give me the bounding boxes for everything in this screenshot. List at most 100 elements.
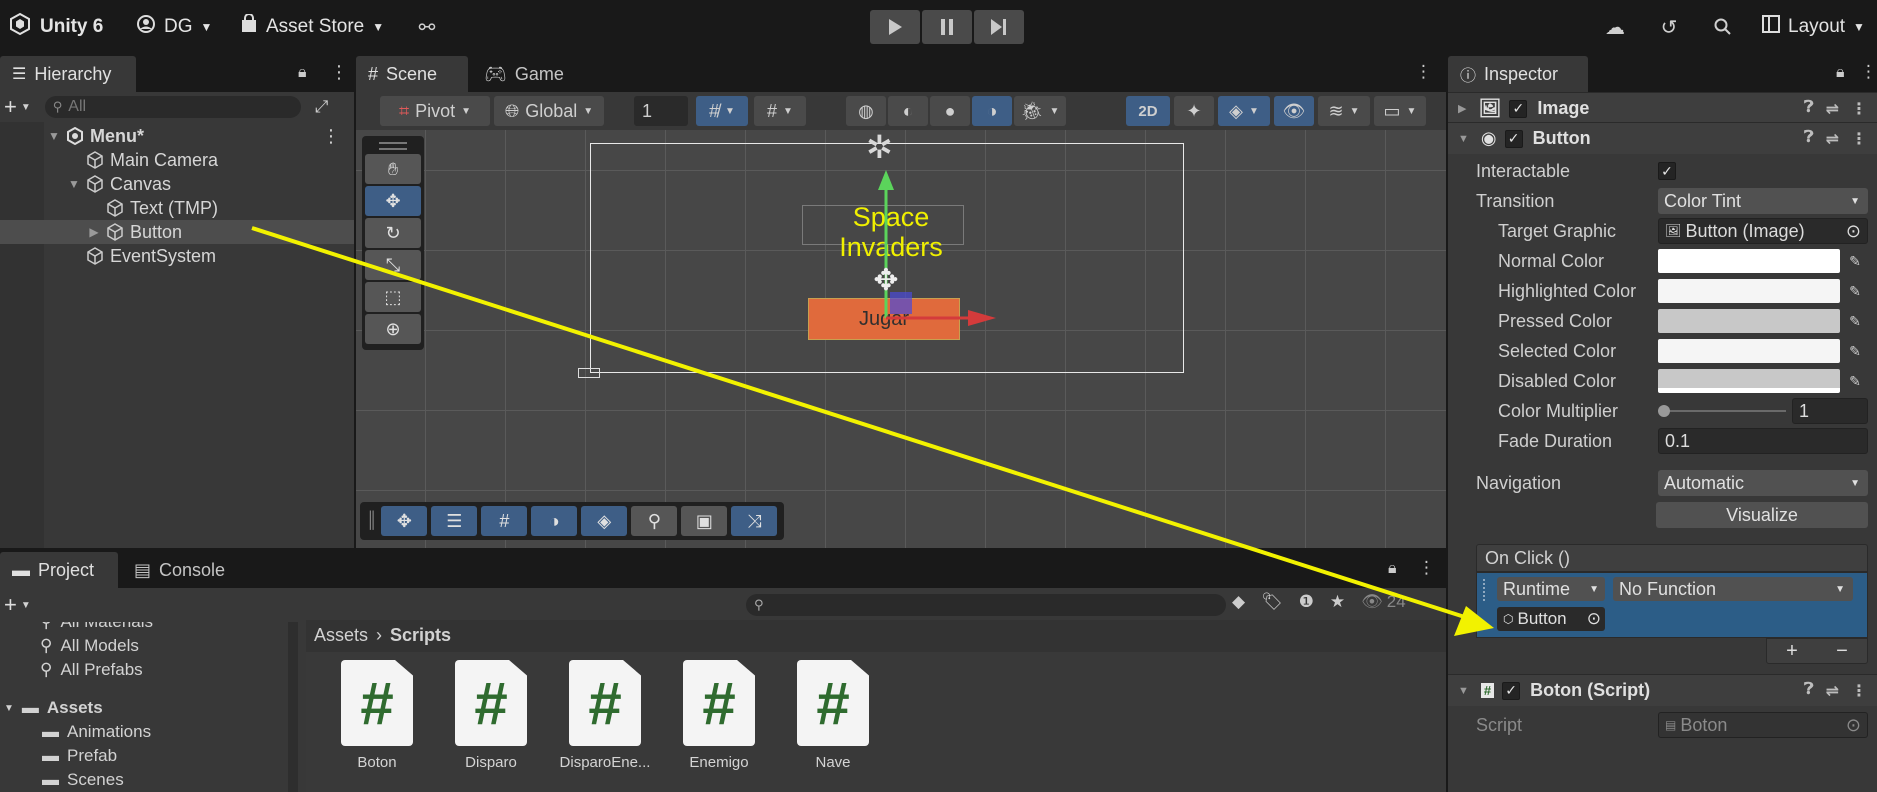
tab-hierarchy[interactable]: ☰ Hierarchy [0, 56, 136, 92]
asset-disparo[interactable]: # Disparo [436, 660, 546, 771]
pressed-color-swatch[interactable] [1658, 309, 1840, 333]
filter-warning-icon[interactable]: ❶ [1299, 592, 1314, 612]
grid-snap-toggle[interactable]: #̸ ▼ [696, 96, 748, 126]
asset-disparoenemigo[interactable]: # DisparoEne... [550, 660, 660, 771]
hidden-count[interactable]: 👁︎ 24 [1361, 592, 1406, 612]
move-tool-button[interactable]: ✥ [365, 186, 421, 216]
palette-drag-handle-icon[interactable] [379, 142, 407, 150]
disabled-color-swatch[interactable] [1658, 369, 1840, 393]
visualize-button[interactable]: Visualize [1656, 502, 1868, 528]
folder-prefab[interactable]: ▬ Prefab [42, 746, 117, 766]
more-options-icon[interactable]: ⋮ [1418, 558, 1435, 578]
object-picker-icon[interactable]: ⊙ [1846, 221, 1861, 242]
overlay-layers-button[interactable]: ◈ [581, 506, 628, 536]
hierarchy-item-eventsystem[interactable]: EventSystem [0, 244, 354, 268]
folder-assets[interactable]: ▼ ▬ Assets [4, 698, 103, 718]
tab-project[interactable]: ▬ Project [0, 552, 118, 588]
shading-shaded-wireframe-button[interactable]: ◐ [888, 96, 928, 126]
lock-icon[interactable]: 🔒︎ [1836, 64, 1845, 82]
transform-tool-button[interactable]: ⊕ [365, 314, 421, 344]
more-options-icon[interactable]: ⋮ [1851, 99, 1867, 119]
lock-icon[interactable]: 🔒︎ [298, 64, 307, 82]
component-header-button[interactable]: ▼ ◉ ✓ Button ❓︎ ⇌ ⋮ [1448, 122, 1877, 154]
project-search[interactable]: ⚲ [746, 594, 1226, 616]
hierarchy-item-main-camera[interactable]: Main Camera [0, 148, 354, 172]
version-control-icon[interactable]: ⚯ [414, 14, 440, 40]
overlay-shuffle-button[interactable]: ⤨ [731, 506, 778, 536]
drag-handle-icon[interactable] [1483, 579, 1491, 601]
overlay-shading-button[interactable]: ◑ [531, 506, 578, 536]
canvas-pivot-handle[interactable] [578, 368, 600, 378]
toggle-2d-button[interactable]: 2D [1126, 96, 1170, 126]
eyedropper-icon[interactable]: ✎ [1844, 370, 1866, 392]
lock-icon[interactable]: 🔒︎ [1388, 560, 1397, 578]
more-options-icon[interactable]: ⋮ [1851, 681, 1867, 701]
visibility-toggle[interactable]: 👁︎ [1274, 96, 1314, 126]
expand-arrow-icon[interactable]: ▼ [66, 177, 82, 191]
cloud-icon[interactable]: ☁ [1602, 14, 1628, 40]
object-picker-icon[interactable]: ⊙ [1587, 609, 1601, 629]
overlay-search-button[interactable]: ⚲ [631, 506, 678, 536]
favorite-all-models[interactable]: ⚲ All Models [40, 636, 139, 656]
account-dropdown[interactable]: DG ▼ [136, 10, 212, 44]
eyedropper-icon[interactable]: ✎ [1844, 310, 1866, 332]
hand-tool-button[interactable]: ✋︎ [365, 154, 421, 184]
target-graphic-object-field[interactable]: 🖼︎ Button (Image) ⊙ [1658, 218, 1868, 244]
search-icon[interactable] [1710, 14, 1736, 40]
more-options-icon[interactable]: ⋮ [330, 62, 348, 83]
scene-viewport[interactable]: ✲ Space Invaders Jugar ✥ ✋︎ ✥ ↻ ⤡ ⬚ ⊕ ║ … [356, 130, 1446, 548]
scene-picker-icon[interactable]: ⤢ [315, 97, 329, 117]
tab-scene[interactable]: # Scene [356, 56, 468, 92]
asset-store-dropdown[interactable]: Asset Store ▼ [240, 10, 384, 44]
expand-arrow-icon[interactable]: ▼ [46, 129, 62, 143]
more-options-icon[interactable]: ⋮ [1415, 62, 1432, 82]
runtime-dropdown[interactable]: Runtime ▼ [1497, 577, 1605, 601]
overlay-camera-button[interactable]: ▣ [681, 506, 728, 536]
selected-color-swatch[interactable] [1658, 339, 1840, 363]
scale-tool-button[interactable]: ⤡ [365, 250, 421, 280]
presets-icon[interactable]: ⇌ [1826, 681, 1839, 701]
layers-dropdown[interactable]: ≋ ▼ [1318, 96, 1370, 126]
favorite-all-prefabs[interactable]: ⚲ All Prefabs [40, 660, 143, 680]
collapse-arrow-icon[interactable]: ▶ [86, 225, 102, 239]
breadcrumb-scripts[interactable]: Scripts [390, 625, 451, 646]
presets-icon[interactable]: ⇌ [1826, 129, 1839, 149]
fade-duration-input[interactable]: 0.1 [1658, 428, 1868, 454]
play-button[interactable] [870, 10, 920, 44]
color-multiplier-slider-thumb[interactable] [1658, 405, 1670, 417]
normal-color-swatch[interactable] [1658, 249, 1840, 273]
overlay-align-button[interactable]: ☰ [431, 506, 478, 536]
add-icon[interactable]: + [4, 94, 17, 120]
layout-dropdown[interactable]: Layout ▼ [1762, 10, 1865, 44]
hierarchy-item-canvas[interactable]: ▼ Canvas [0, 172, 354, 196]
expand-arrow-icon[interactable]: ▶ [1458, 102, 1466, 115]
eyedropper-icon[interactable]: ✎ [1844, 340, 1866, 362]
move-gizmo[interactable]: ✥ [856, 170, 996, 330]
event-target-object-field[interactable]: ⬡ Button ⊙ [1497, 607, 1605, 631]
tab-console[interactable]: ▤ Console [122, 552, 242, 588]
hierarchy-item-button[interactable]: ▶ Button [0, 220, 354, 244]
expand-arrow-icon[interactable]: ▼ [1458, 685, 1469, 697]
overlay-move-button[interactable]: ✥ [381, 506, 428, 536]
favorite-all-materials[interactable]: ⚲ All Materials [40, 622, 153, 632]
asset-nave[interactable]: # Nave [778, 660, 888, 771]
component-header-boton-script[interactable]: ▼ # ✓ Boton (Script) ❓︎ ⇌ ⋮ [1448, 674, 1877, 706]
color-multiplier-slider-track[interactable] [1662, 410, 1786, 412]
drag-handle-icon[interactable]: ║ [366, 512, 377, 530]
hierarchy-item-text-tmp[interactable]: Text (TMP) [0, 196, 354, 220]
color-multiplier-input[interactable]: 1 [1792, 398, 1868, 424]
remove-icon[interactable]: − [1836, 640, 1848, 663]
hierarchy-item-menu[interactable]: ▼ Menu* ⋮ [0, 124, 354, 148]
component-header-image[interactable]: ▶ 🖼︎ ✓ Image ❓︎ ⇌ ⋮ [1448, 92, 1877, 124]
folder-animations[interactable]: ▬ Animations [42, 722, 151, 742]
image-enabled-checkbox[interactable]: ✓ [1509, 99, 1528, 118]
tab-inspector[interactable]: ⓘ Inspector [1448, 56, 1588, 92]
more-options-icon[interactable]: ⋮ [1860, 62, 1877, 82]
asset-boton[interactable]: # Boton [322, 660, 432, 771]
tree-scrollbar[interactable] [288, 622, 298, 792]
unity-menu[interactable]: Unity 6 [8, 10, 103, 44]
more-options-icon[interactable]: ⋮ [1851, 129, 1867, 149]
help-icon[interactable]: ❓︎ [1804, 681, 1814, 701]
increment-snap-toggle[interactable]: # ▼ [754, 96, 806, 126]
eyedropper-icon[interactable]: ✎ [1844, 250, 1866, 272]
